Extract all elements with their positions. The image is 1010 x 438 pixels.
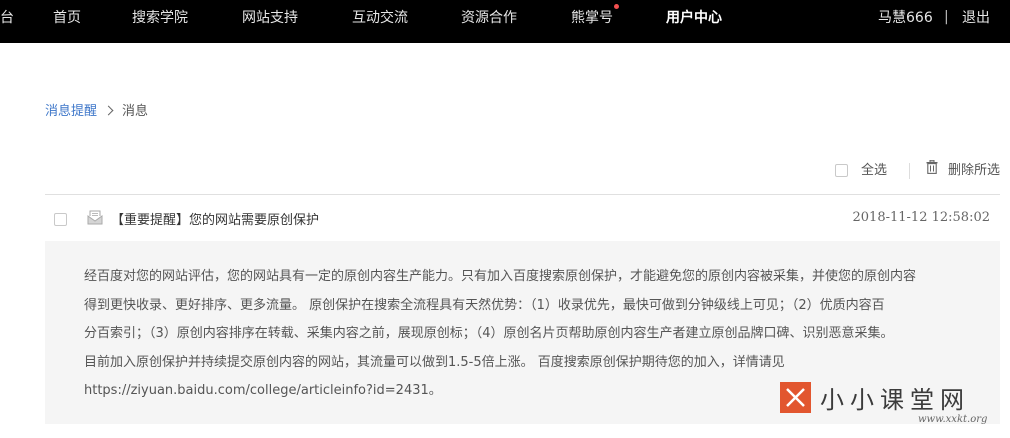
- nav-item-partial[interactable]: 台: [0, 0, 14, 43]
- watermark-logo-icon: [780, 382, 811, 413]
- nav-item-search-academy[interactable]: 搜索学院: [132, 0, 188, 43]
- toolbar-divider: [908, 162, 910, 179]
- nav-item-xiongzhang-label: 熊掌号: [571, 10, 613, 26]
- username-link[interactable]: 马慧666: [878, 0, 933, 43]
- message-row[interactable]: 【重要提醒】您的网站需要原创保护 2018-11-12 12:58:02: [45, 195, 1000, 241]
- nav-item-resources[interactable]: 资源合作: [461, 0, 517, 43]
- nav-item-home[interactable]: 首页: [53, 0, 81, 43]
- select-all-checkbox[interactable]: [834, 164, 848, 177]
- nav-item-user-center[interactable]: 用户中心: [666, 0, 722, 43]
- nav-item-xiongzhang[interactable]: 熊掌号: [571, 0, 619, 43]
- delete-selected-button[interactable]: 删除所选: [948, 163, 1000, 178]
- select-all-label[interactable]: 全选: [861, 163, 887, 178]
- envelope-open-icon: [87, 210, 103, 229]
- message-body-line: 经百度对您的网站评估，您的网站具有一定的原创内容生产能力。只有加入百度搜索原创保…: [84, 269, 917, 284]
- message-checkbox[interactable]: [54, 213, 67, 226]
- breadcrumb-notifications-link[interactable]: 消息提醒: [45, 104, 97, 119]
- notification-dot-icon: [614, 4, 619, 9]
- breadcrumb-current: 消息: [122, 104, 149, 119]
- watermark-text: 小小课堂网: [820, 386, 970, 414]
- logout-link[interactable]: 退出: [962, 0, 990, 43]
- watermark: 小小课堂网 www.xxkt.org: [780, 378, 1000, 428]
- message-toolbar: 全选 删除所选: [834, 159, 1000, 181]
- message-body-line: 目前加入原创保护并持续提交原创内容的网站，其流量可以做到1.5-5倍上涨。 百度…: [84, 354, 785, 370]
- nav-item-interaction[interactable]: 互动交流: [352, 0, 408, 43]
- message-body-line: 得到更快收录、更好排序、更多流量。 原创保护在搜索全流程具有天然优势：（1）收录…: [84, 297, 885, 313]
- nav-item-site-support[interactable]: 网站支持: [242, 0, 298, 43]
- message-timestamp: 2018-11-12 12:58:02: [852, 210, 990, 225]
- breadcrumb: 消息提醒 消息: [45, 103, 148, 121]
- trash-icon[interactable]: [926, 159, 938, 181]
- watermark-url: www.xxkt.org: [918, 414, 988, 425]
- chevron-right-icon: [103, 105, 114, 116]
- nav-separator: |: [944, 9, 949, 25]
- message-body-line: 分百索引；（3）原创内容排序在转载、采集内容之前，展现原创标；（4）原创名片页帮…: [84, 326, 894, 341]
- message-title[interactable]: 【重要提醒】您的网站需要原创保护: [111, 209, 319, 228]
- top-nav: 台 首页 搜索学院 网站支持 互动交流 资源合作 熊掌号 用户中心 马慧666 …: [0, 0, 1010, 43]
